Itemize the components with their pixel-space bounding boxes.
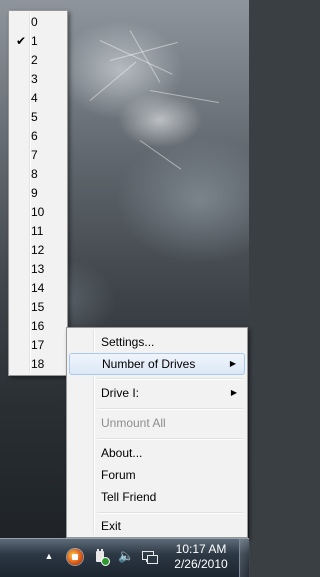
drive-count-option-8[interactable]: 8 xyxy=(11,165,65,183)
drive-count-option-15[interactable]: 15 xyxy=(11,298,65,316)
clock[interactable]: 10:17 AM 2/26/2010 xyxy=(166,542,236,572)
option-label: 2 xyxy=(31,53,38,67)
option-label: 11 xyxy=(31,224,44,238)
about-menu-item[interactable]: About... xyxy=(69,442,245,464)
option-label: 14 xyxy=(31,281,45,295)
drive-count-option-9[interactable]: 9 xyxy=(11,184,65,202)
taskbar: ▲ 🔈 10:17 AM 2/26/2010 xyxy=(0,538,250,577)
option-label: 16 xyxy=(31,319,45,333)
option-label: 6 xyxy=(31,129,38,143)
drive-count-option-0[interactable]: 0 xyxy=(11,13,65,31)
drive-count-option-1[interactable]: ✔ 1 xyxy=(11,32,65,50)
menu-item-label: Forum xyxy=(101,468,136,482)
drive-count-option-12[interactable]: 12 xyxy=(11,241,65,259)
drive-count-option-14[interactable]: 14 xyxy=(11,279,65,297)
drive-count-option-16[interactable]: 16 xyxy=(11,317,65,335)
forum-menu-item[interactable]: Forum xyxy=(69,464,245,486)
option-label: 4 xyxy=(31,91,38,105)
option-label: 1 xyxy=(31,34,38,48)
unmount-all-menu-item: Unmount All xyxy=(69,412,245,434)
menu-item-label: About... xyxy=(101,446,143,460)
drive-count-option-6[interactable]: 6 xyxy=(11,127,65,145)
drive-count-option-17[interactable]: 17 xyxy=(11,336,65,354)
show-hidden-icons-icon[interactable]: ▲ xyxy=(44,551,54,561)
number-of-drives-submenu: 0 ✔ 1 2 3 4 5 6 7 8 9 10 11 12 13 14 15 1… xyxy=(8,10,68,376)
menu-item-label: Tell Friend xyxy=(101,490,157,504)
option-label: 18 xyxy=(31,357,45,371)
exit-menu-item[interactable]: Exit xyxy=(69,515,245,537)
usb-drive-icon[interactable] xyxy=(92,549,110,566)
drive-count-option-13[interactable]: 13 xyxy=(11,260,65,278)
drive-count-option-3[interactable]: 3 xyxy=(11,70,65,88)
show-desktop-button[interactable] xyxy=(239,539,250,577)
menu-item-label: Number of Drives xyxy=(102,357,196,371)
option-label: 3 xyxy=(31,72,38,86)
option-label: 8 xyxy=(31,167,38,181)
option-label: 12 xyxy=(31,243,45,257)
option-label: 17 xyxy=(31,338,45,352)
option-label: 0 xyxy=(31,15,38,29)
drive-count-option-11[interactable]: 11 xyxy=(11,222,65,240)
drive-count-option-4[interactable]: 4 xyxy=(11,89,65,107)
tray-context-menu: Settings... Number of Drives ▶ Drive I: ▶ … xyxy=(66,327,248,538)
option-label: 10 xyxy=(31,205,45,219)
app-tray-icon[interactable] xyxy=(67,549,83,565)
menu-separator xyxy=(97,408,243,410)
drive-count-option-2[interactable]: 2 xyxy=(11,51,65,69)
option-label: 9 xyxy=(31,186,38,200)
speaker-icon[interactable]: 🔈 xyxy=(118,549,134,565)
menu-separator xyxy=(97,512,243,514)
settings-menu-item[interactable]: Settings... xyxy=(69,331,245,353)
tell-friend-menu-item[interactable]: Tell Friend xyxy=(69,486,245,508)
submenu-arrow-icon: ▶ xyxy=(230,388,237,397)
clock-date: 2/26/2010 xyxy=(174,557,228,571)
option-label: 7 xyxy=(31,148,38,162)
menu-item-label: Settings... xyxy=(101,335,155,349)
network-icon[interactable] xyxy=(141,549,158,565)
drive-menu-item[interactable]: Drive I: ▶ xyxy=(69,382,245,404)
menu-item-label: Unmount All xyxy=(101,416,166,430)
menu-separator xyxy=(97,378,243,380)
clock-time: 10:17 AM xyxy=(175,542,227,556)
menu-item-label: Exit xyxy=(101,519,122,533)
drive-count-option-10[interactable]: 10 xyxy=(11,203,65,221)
drive-count-option-7[interactable]: 7 xyxy=(11,146,65,164)
menu-item-label: Drive I: xyxy=(101,386,140,400)
option-label: 5 xyxy=(31,110,38,124)
submenu-arrow-icon: ▶ xyxy=(229,359,236,368)
checkmark-icon: ✔ xyxy=(16,34,27,48)
number-of-drives-menu-item[interactable]: Number of Drives ▶ xyxy=(69,353,245,375)
option-label: 15 xyxy=(31,300,45,314)
drive-count-option-18[interactable]: 18 xyxy=(11,355,65,373)
option-label: 13 xyxy=(31,262,45,276)
menu-separator xyxy=(97,438,243,440)
drive-count-option-5[interactable]: 5 xyxy=(11,108,65,126)
